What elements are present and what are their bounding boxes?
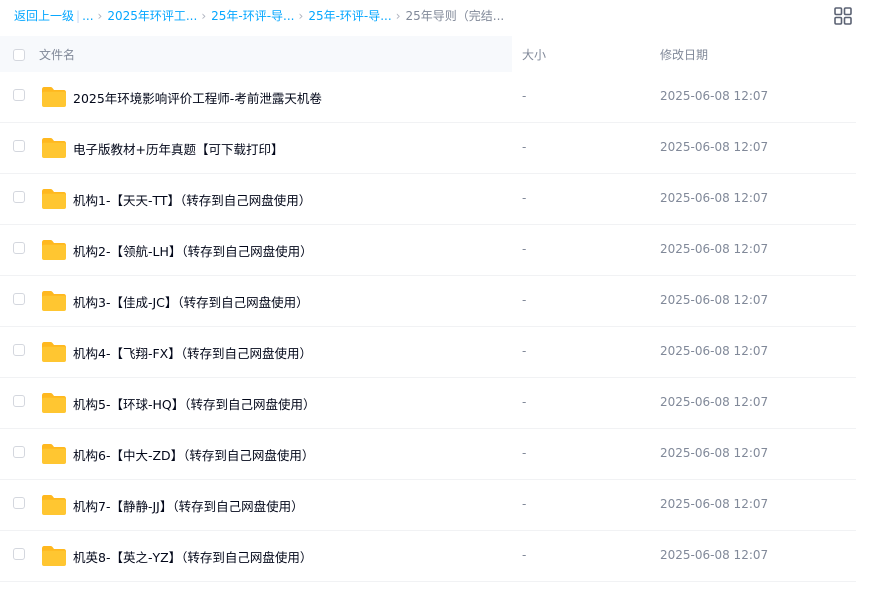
file-name[interactable]: 机构3-【佳成-JC】（转存到自己网盘使用） <box>73 292 309 311</box>
file-row[interactable]: 机构3-【佳成-JC】（转存到自己网盘使用） - 2025-06-08 12:0… <box>0 276 856 327</box>
file-name[interactable]: 2025年环境影响评价工程师-考前泄露天机卷 <box>73 88 322 107</box>
file-size: - <box>522 293 527 307</box>
file-modified-date: 2025-06-08 12:07 <box>660 89 769 103</box>
header-name-zone <box>0 36 512 72</box>
file-name[interactable]: 机构4-【飞翔-FX】（转存到自己网盘使用） <box>73 343 312 362</box>
breadcrumb-item-1[interactable]: 2025年环评工... <box>107 9 197 23</box>
file-row[interactable]: 机构5-【环球-HQ】（转存到自己网盘使用） - 2025-06-08 12:0… <box>0 378 856 429</box>
file-size: - <box>522 548 527 562</box>
file-size: - <box>522 446 527 460</box>
file-name[interactable]: 机构7-【静静-JJ】（转存到自己网盘使用） <box>73 496 304 515</box>
file-row[interactable]: 2025年环境影响评价工程师-考前泄露天机卷 - 2025-06-08 12:0… <box>0 72 856 123</box>
breadcrumb: 返回上一级 |... › 2025年环评工... › 25年-环评-导... › 25年-环评… <box>14 7 814 25</box>
breadcrumb-separator: › <box>97 9 103 23</box>
file-size: - <box>522 140 527 154</box>
breadcrumb-current: 25年导则（完结... <box>405 9 505 23</box>
row-checkbox[interactable] <box>13 293 25 305</box>
file-row[interactable]: 机构4-【飞翔-FX】（转存到自己网盘使用） - 2025-06-08 12:0… <box>0 327 856 378</box>
file-size: - <box>522 497 527 511</box>
row-checkbox[interactable] <box>13 497 25 509</box>
row-checkbox[interactable] <box>13 395 25 407</box>
breadcrumb-separator: › <box>395 9 401 23</box>
back-link[interactable]: 返回上一级 <box>14 9 74 23</box>
file-row[interactable]: 机构6-【中大-ZD】（转存到自己网盘使用） - 2025-06-08 12:0… <box>0 429 856 480</box>
file-name[interactable]: 机构5-【环球-HQ】（转存到自己网盘使用） <box>73 394 315 413</box>
breadcrumb-separator: › <box>298 9 304 23</box>
file-modified-date: 2025-06-08 12:07 <box>660 548 769 562</box>
folder-icon <box>41 545 67 567</box>
breadcrumb-ellipsis[interactable]: ... <box>82 9 93 23</box>
file-row[interactable]: 机构2-【领航-LH】（转存到自己网盘使用） - 2025-06-08 12:0… <box>0 225 856 276</box>
file-modified-date: 2025-06-08 12:07 <box>660 344 769 358</box>
file-name[interactable]: 机构2-【领航-LH】（转存到自己网盘使用） <box>73 241 313 260</box>
folder-icon <box>41 137 67 159</box>
breadcrumb-separator: › <box>201 9 207 23</box>
row-checkbox[interactable] <box>13 548 25 560</box>
row-checkbox[interactable] <box>13 89 25 101</box>
folder-icon <box>41 290 67 312</box>
file-size: - <box>522 191 527 205</box>
file-name[interactable]: 机英8-【英之-YZ】（转存到自己网盘使用） <box>73 547 312 566</box>
folder-icon <box>41 494 67 516</box>
file-modified-date: 2025-06-08 12:07 <box>660 140 769 154</box>
breadcrumb-item-3[interactable]: 25年-环评-导... <box>308 9 391 23</box>
file-row[interactable]: 电子版教材+历年真题【可下载打印】 - 2025-06-08 12:07 <box>0 123 856 174</box>
breadcrumb-item-2[interactable]: 25年-环评-导... <box>211 9 294 23</box>
file-row[interactable]: 机构1-【天天-TT】（转存到自己网盘使用） - 2025-06-08 12:0… <box>0 174 856 225</box>
column-header-date[interactable]: 修改日期 <box>660 46 708 63</box>
folder-icon <box>41 188 67 210</box>
row-checkbox[interactable] <box>13 140 25 152</box>
row-checkbox[interactable] <box>13 446 25 458</box>
file-name[interactable]: 电子版教材+历年真题【可下载打印】 <box>73 139 283 158</box>
file-list-header: 文件名 大小 修改日期 <box>0 36 856 72</box>
file-size: - <box>522 89 527 103</box>
file-size: - <box>522 395 527 409</box>
file-modified-date: 2025-06-08 12:07 <box>660 446 769 460</box>
file-name[interactable]: 机构1-【天天-TT】（转存到自己网盘使用） <box>73 190 311 209</box>
file-size: - <box>522 242 527 256</box>
row-checkbox[interactable] <box>13 242 25 254</box>
file-modified-date: 2025-06-08 12:07 <box>660 497 769 511</box>
column-header-name[interactable]: 文件名 <box>39 46 75 63</box>
row-checkbox[interactable] <box>13 344 25 356</box>
column-header-size[interactable]: 大小 <box>522 46 546 63</box>
folder-icon <box>41 392 67 414</box>
file-row[interactable]: 机英8-【英之-YZ】（转存到自己网盘使用） - 2025-06-08 12:0… <box>0 531 856 582</box>
file-row[interactable]: 机构7-【静静-JJ】（转存到自己网盘使用） - 2025-06-08 12:0… <box>0 480 856 531</box>
file-modified-date: 2025-06-08 12:07 <box>660 293 769 307</box>
file-modified-date: 2025-06-08 12:07 <box>660 191 769 205</box>
row-checkbox[interactable] <box>13 191 25 203</box>
file-list: 2025年环境影响评价工程师-考前泄露天机卷 - 2025-06-08 12:0… <box>0 72 856 582</box>
grid-view-icon[interactable] <box>833 6 853 26</box>
folder-icon <box>41 86 67 108</box>
breadcrumb-divider: | <box>76 9 81 23</box>
file-size: - <box>522 344 527 358</box>
file-name[interactable]: 机构6-【中大-ZD】（转存到自己网盘使用） <box>73 445 314 464</box>
folder-icon <box>41 443 67 465</box>
file-modified-date: 2025-06-08 12:07 <box>660 242 769 256</box>
folder-icon <box>41 341 67 363</box>
file-modified-date: 2025-06-08 12:07 <box>660 395 769 409</box>
select-all-checkbox[interactable] <box>13 49 25 61</box>
folder-icon <box>41 239 67 261</box>
